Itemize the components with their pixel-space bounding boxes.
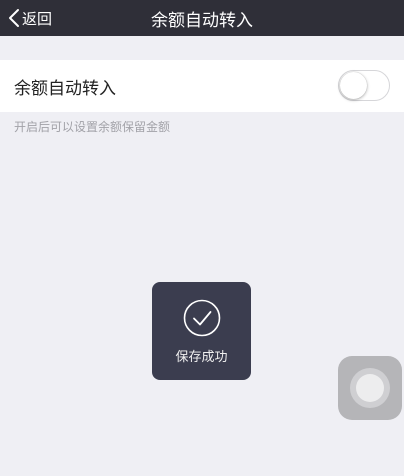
success-toast: 保存成功 — [152, 282, 251, 380]
page: 返回 余额自动转入 余额自动转入 开启后可以设置余额保留金额 保存成功 — [0, 0, 404, 476]
toast-message: 保存成功 — [175, 350, 228, 365]
page-title: 余额自动转入 — [151, 10, 253, 31]
assistive-touch-inner-ring — [356, 374, 384, 402]
auto-transfer-setting-row: 余额自动转入 — [0, 60, 404, 112]
nav-bar: 返回 余额自动转入 — [0, 0, 404, 36]
auto-transfer-toggle[interactable] — [338, 70, 390, 101]
toggle-knob — [340, 72, 367, 99]
assistive-touch-button[interactable] — [338, 356, 402, 420]
assistive-touch-icon — [350, 368, 390, 408]
check-circle-icon — [182, 298, 222, 342]
setting-hint: 开启后可以设置余额保留金额 — [14, 120, 171, 134]
auto-transfer-label: 余额自动转入 — [14, 78, 116, 99]
